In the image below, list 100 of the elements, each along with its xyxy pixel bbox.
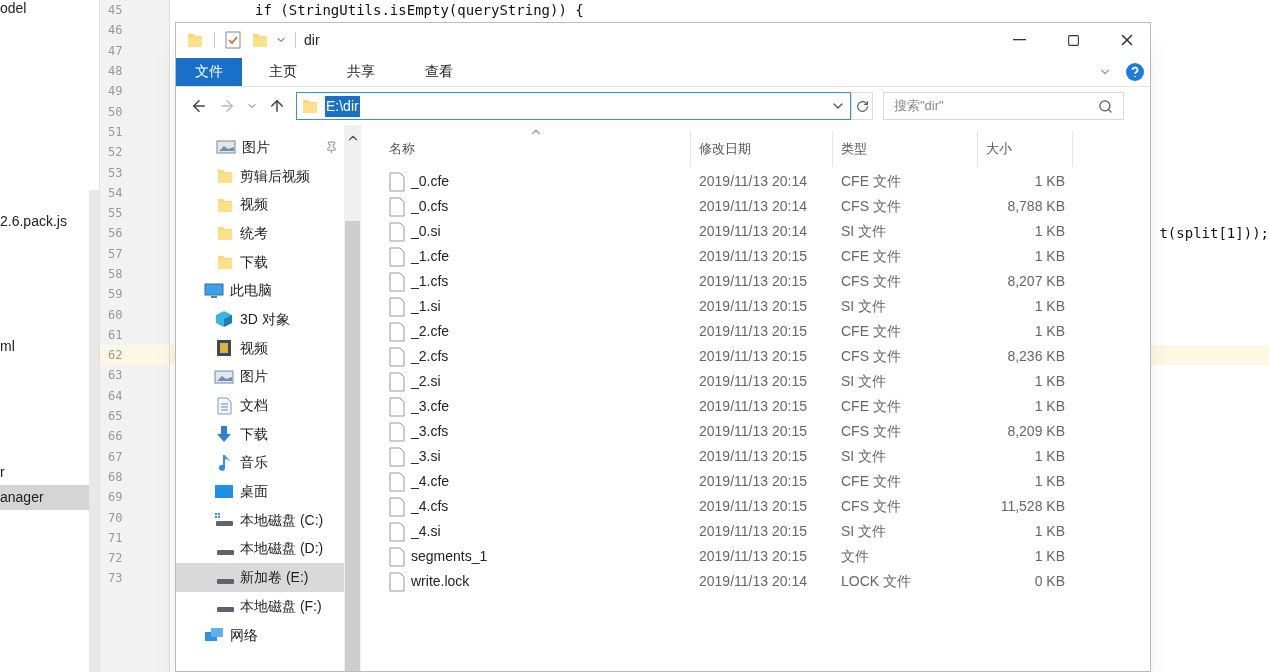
file-name[interactable]: _0.cfe xyxy=(411,171,450,192)
file-size: 1 KB xyxy=(1033,372,1066,391)
nav-item[interactable]: 本地磁盘 (C:) xyxy=(176,505,344,535)
file-name[interactable]: _3.cfs xyxy=(411,421,449,442)
quick-access-item[interactable]: 视频 xyxy=(176,190,344,220)
line-number: 60 xyxy=(108,306,123,324)
line-number: 69 xyxy=(108,489,123,507)
ribbon-tab[interactable]: 主页 xyxy=(250,57,316,86)
ribbon-tab[interactable]: 共享 xyxy=(328,57,394,86)
line-number: 51 xyxy=(108,123,123,141)
file-icon xyxy=(389,496,405,517)
nav-item[interactable]: 3D 对象 xyxy=(176,305,344,334)
file-name[interactable]: _1.cfs xyxy=(411,271,449,292)
file-date: 2019/11/13 20:15 xyxy=(698,247,808,266)
help-icon[interactable] xyxy=(1126,62,1144,81)
file-name[interactable]: _0.cfs xyxy=(411,196,449,217)
nav-item[interactable]: 网络 xyxy=(176,620,344,650)
maximize-icon xyxy=(1066,33,1080,47)
file-size: 1 KB xyxy=(1033,447,1066,466)
nav-item[interactable]: 图片 xyxy=(176,362,344,392)
file-type: CFE 文件 xyxy=(840,472,902,491)
file-name[interactable]: _2.si xyxy=(411,371,441,392)
nav-item[interactable]: 桌面 xyxy=(176,477,344,506)
address-field[interactable]: E:\dir xyxy=(296,92,851,120)
line-number: 50 xyxy=(108,103,123,121)
file-name[interactable]: _4.si xyxy=(411,521,441,542)
column-header[interactable]: 名称 xyxy=(381,131,691,167)
ribbon-tab[interactable]: 文件 xyxy=(176,57,242,86)
nav-item[interactable]: 音乐 xyxy=(176,448,344,478)
file-icon xyxy=(389,421,405,442)
pin-icon[interactable] xyxy=(325,140,338,154)
column-header[interactable]: 修改日期 xyxy=(691,131,833,167)
properties-icon[interactable] xyxy=(225,31,241,49)
nav-item[interactable]: 此电脑 xyxy=(176,276,344,306)
folder-icon xyxy=(301,97,319,115)
file-type: SI 文件 xyxy=(840,297,888,316)
file-name[interactable]: _1.cfe xyxy=(411,246,450,267)
scroll-thumb[interactable] xyxy=(345,221,360,671)
line-number: 56 xyxy=(108,225,123,243)
file-size: 1 KB xyxy=(1033,547,1066,566)
file-type: LOCK 文件 xyxy=(840,572,912,591)
line-number: 70 xyxy=(108,509,123,527)
nav-item[interactable]: 本地磁盘 (D:) xyxy=(176,534,344,564)
forward-icon[interactable] xyxy=(218,97,236,115)
file-date: 2019/11/13 20:15 xyxy=(698,497,808,516)
nav-item[interactable]: 视频 xyxy=(176,333,344,363)
quick-access-item[interactable]: 图片 xyxy=(176,133,344,162)
scrollbar[interactable] xyxy=(89,190,99,672)
file-name[interactable]: _2.cfe xyxy=(411,321,450,342)
search-field[interactable]: 搜索"dir" xyxy=(883,92,1124,120)
file-icon xyxy=(389,246,405,267)
file-name[interactable]: _0.si xyxy=(411,221,441,242)
file-name[interactable]: _4.cfe xyxy=(411,471,450,492)
file-date: 2019/11/13 20:15 xyxy=(698,297,808,316)
file-date: 2019/11/13 20:15 xyxy=(698,322,808,341)
file-name[interactable]: _3.si xyxy=(411,446,441,467)
file-icon xyxy=(389,521,405,542)
drive-icon xyxy=(217,578,234,584)
project-tree-item[interactable]: anager xyxy=(0,485,90,510)
column-header[interactable]: 大小 xyxy=(978,131,1073,167)
nav-item[interactable]: 文档 xyxy=(176,391,344,420)
line-number: 47 xyxy=(108,42,123,60)
file-name[interactable]: _2.cfs xyxy=(411,346,449,367)
file-name[interactable]: _3.cfe xyxy=(411,396,450,417)
line-number: 63 xyxy=(108,367,123,385)
ribbon-tab[interactable]: 查看 xyxy=(406,57,472,86)
nav-item[interactable]: 新加卷 (E:) xyxy=(176,563,344,592)
file-date: 2019/11/13 20:15 xyxy=(698,422,808,441)
file-type: CFS 文件 xyxy=(840,347,902,366)
line-number: 67 xyxy=(108,448,123,466)
line-number: 66 xyxy=(108,428,123,446)
file-type: CFS 文件 xyxy=(840,497,902,516)
refresh-button[interactable] xyxy=(851,92,873,120)
file-type: SI 文件 xyxy=(840,522,888,541)
quick-access-item[interactable]: 剪辑后视频 xyxy=(176,161,344,191)
file-date: 2019/11/13 20:14 xyxy=(698,172,808,191)
file-date: 2019/11/13 20:15 xyxy=(698,472,808,491)
up-icon[interactable] xyxy=(268,97,286,115)
project-tree-item[interactable]: ml xyxy=(0,334,90,360)
folder-icon xyxy=(186,31,204,49)
line-number: 72 xyxy=(108,550,123,568)
back-icon[interactable] xyxy=(190,97,208,115)
file-icon xyxy=(389,471,405,492)
nav-item[interactable]: 本地磁盘 (F:) xyxy=(176,592,344,621)
film-icon xyxy=(214,339,234,358)
quick-access-item[interactable]: 统考 xyxy=(176,219,344,248)
file-name[interactable]: write.lock xyxy=(411,571,470,592)
project-tree-item[interactable]: 2.6.pack.js xyxy=(0,208,90,234)
file-name[interactable]: _4.cfs xyxy=(411,496,449,517)
file-type: CFS 文件 xyxy=(840,272,902,291)
nav-item[interactable]: 下载 xyxy=(176,419,344,449)
file-name[interactable]: _1.si xyxy=(411,296,441,317)
nav-scrollbar[interactable] xyxy=(344,125,361,671)
search-icon xyxy=(1098,98,1113,114)
file-name[interactable]: segments_1 xyxy=(411,546,488,567)
column-header[interactable]: 类型 xyxy=(833,131,978,167)
file-icon xyxy=(389,271,405,292)
project-tree-item[interactable]: r xyxy=(0,459,90,485)
project-tree-item[interactable]: odel xyxy=(0,0,90,21)
quick-access-item[interactable]: 下载 xyxy=(176,247,344,277)
